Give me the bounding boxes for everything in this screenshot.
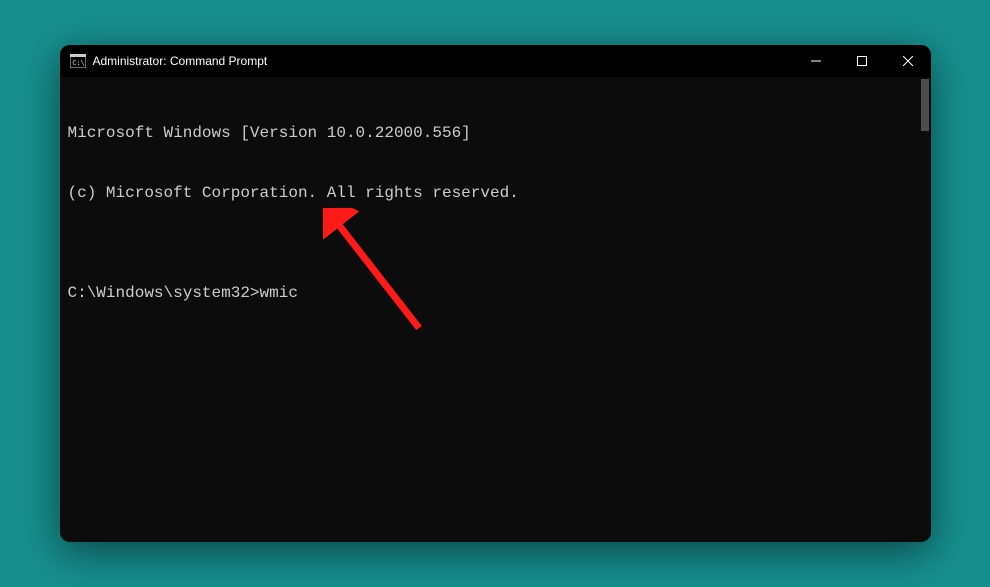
window-title: Administrator: Command Prompt [93,54,793,68]
output-line: (c) Microsoft Corporation. All rights re… [68,183,923,203]
svg-text:C:\: C:\ [72,59,85,67]
terminal-content[interactable]: Microsoft Windows [Version 10.0.22000.55… [60,77,931,542]
maximize-button[interactable] [839,45,885,77]
prompt-line: C:\Windows\system32>wmic [68,283,923,303]
scrollbar-thumb[interactable] [921,79,929,131]
typed-command: wmic [260,284,298,302]
close-button[interactable] [885,45,931,77]
titlebar[interactable]: C:\ Administrator: Command Prompt [60,45,931,77]
cmd-icon: C:\ [70,54,86,68]
prompt-path: C:\Windows\system32> [68,284,260,302]
window-controls [793,45,931,77]
minimize-button[interactable] [793,45,839,77]
output-line: Microsoft Windows [Version 10.0.22000.55… [68,123,923,143]
command-prompt-window: C:\ Administrator: Command Prompt Micros… [60,45,931,542]
